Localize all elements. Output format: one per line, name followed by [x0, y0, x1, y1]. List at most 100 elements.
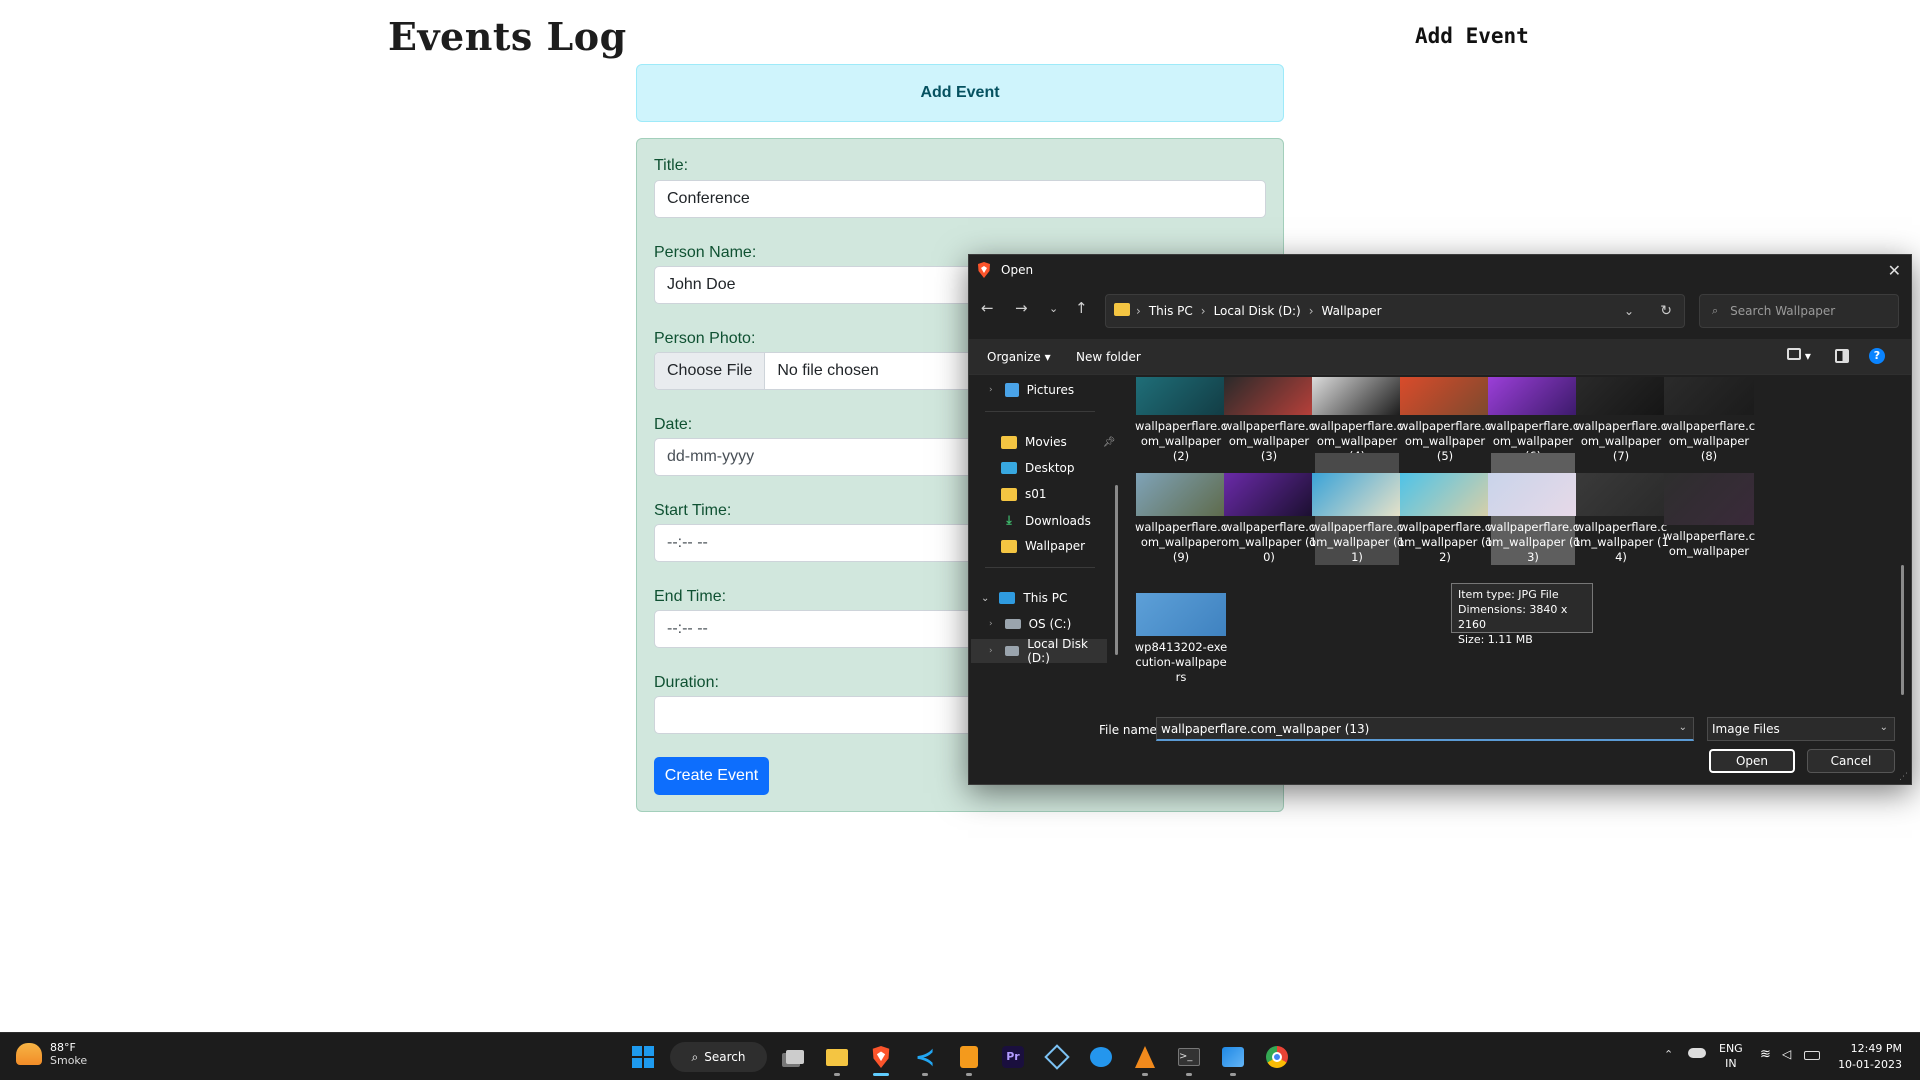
sublime-text-icon[interactable] — [954, 1042, 984, 1076]
file-name-input[interactable]: wallpaperflare.com_wallpaper (13) ⌄ — [1156, 717, 1694, 741]
address-bar[interactable]: › This PC › Local Disk (D:) › Wallpaper … — [1105, 294, 1685, 328]
nav-item-movies[interactable]: Movies 📌︎ — [1001, 435, 1115, 449]
file-name: wallpaperflare.com_wallpaper (11) — [1309, 520, 1405, 564]
refresh-icon[interactable]: ↻ — [1660, 303, 1672, 319]
nav-item-this-pc[interactable]: ⌄ This PC — [981, 591, 1067, 605]
brave-icon — [978, 262, 990, 278]
create-event-button[interactable]: Create Event — [654, 757, 769, 795]
chevron-right-icon[interactable]: › — [989, 619, 993, 629]
file-name-value: wallpaperflare.com_wallpaper (13) — [1161, 721, 1370, 736]
up-icon[interactable]: ↑ — [1075, 299, 1088, 317]
volume-icon[interactable]: ◁ — [1782, 1047, 1791, 1062]
search-icon: ⌕ — [1712, 304, 1719, 317]
file-tile[interactable]: wallpaperflare.com_wallpaper (13) — [1485, 453, 1581, 565]
breadcrumb-wallpaper[interactable]: Wallpaper — [1322, 304, 1382, 318]
premiere-pro-icon[interactable]: Pr — [998, 1042, 1028, 1072]
download-icon: ⤓ — [1006, 513, 1012, 527]
file-thumbnail — [1224, 377, 1314, 415]
terminal-icon[interactable]: >_ — [1174, 1042, 1204, 1076]
nav-item-pictures[interactable]: › Pictures — [989, 383, 1074, 397]
resize-grip-icon[interactable]: ⋰ — [1899, 772, 1908, 782]
onedrive-icon[interactable] — [1688, 1047, 1706, 1062]
search-icon: ⌕ — [691, 1049, 699, 1064]
vlc-icon[interactable] — [1130, 1042, 1160, 1076]
file-tile[interactable]: wallpaperflare.com_wallpaper (11) — [1309, 453, 1405, 565]
file-tile[interactable]: wp8413202-execution-wallpapers — [1135, 573, 1227, 685]
file-tile[interactable]: wallpaperflare.com_wallpaper (14) — [1573, 453, 1669, 565]
nav-item-os-c[interactable]: › OS (C:) — [989, 617, 1071, 631]
chevron-down-icon[interactable]: ⌄ — [1880, 722, 1888, 733]
dialog-titlebar[interactable]: Open — [969, 255, 1911, 285]
chevron-right-icon[interactable]: › — [989, 385, 993, 395]
file-name: wallpaperflare.com_wallpaper (9) — [1134, 520, 1228, 564]
file-info-tooltip: Item type: JPG File Dimensions: 3840 x 2… — [1451, 583, 1593, 646]
taskbar: 88°F Smoke ⌕ Search ≺ Pr >_ ⌃ ENG IN ≋ ◁… — [0, 1032, 1920, 1080]
help-icon[interactable]: ? — [1869, 348, 1885, 364]
no-file-text: No file chosen — [777, 362, 879, 379]
chevron-down-icon[interactable]: ⌄ — [981, 593, 989, 604]
nav-item-wallpaper[interactable]: Wallpaper — [1001, 539, 1085, 553]
clock[interactable]: 12:49 PM 10-01-2023 — [1838, 1041, 1902, 1073]
person-name-label: Person Name: — [654, 244, 757, 261]
docker-icon[interactable] — [1086, 1042, 1116, 1072]
file-tile[interactable]: wallpaperflare.com_wallpaper — [1663, 453, 1755, 565]
nav-add-event-link[interactable]: Add Event — [1415, 24, 1529, 48]
preview-pane-icon[interactable] — [1835, 349, 1849, 366]
title-input[interactable]: Conference — [654, 180, 1266, 218]
chevron-down-icon[interactable]: ⌄ — [1679, 722, 1687, 733]
weather-widget[interactable]: 88°F Smoke — [16, 1041, 87, 1067]
file-thumbnail — [1400, 377, 1490, 415]
search-input[interactable]: ⌕ Search Wallpaper — [1699, 294, 1899, 328]
view-options-icon[interactable]: ▾ — [1787, 348, 1811, 363]
folder-icon — [1001, 539, 1017, 553]
dialog-title: Open — [1001, 263, 1034, 277]
file-tile[interactable]: wallpaperflare.com_wallpaper (12) — [1397, 453, 1493, 565]
navigation-scrollbar[interactable] — [1115, 485, 1118, 655]
language-indicator[interactable]: ENG IN — [1719, 1041, 1743, 1071]
chrome-icon[interactable] — [1262, 1042, 1292, 1072]
brave-browser-icon[interactable] — [866, 1042, 896, 1076]
task-view-icon[interactable] — [780, 1042, 810, 1072]
virtualbox-icon[interactable] — [1042, 1042, 1072, 1072]
battery-icon[interactable] — [1804, 1049, 1820, 1064]
organize-button[interactable]: Organize ▾ — [987, 350, 1051, 364]
start-icon[interactable] — [628, 1042, 658, 1072]
address-dropdown-icon[interactable]: ⌄ — [1624, 304, 1634, 318]
pictures-icon — [1004, 383, 1019, 397]
file-thumbnail — [1664, 377, 1754, 415]
file-list-scrollbar[interactable] — [1901, 565, 1904, 695]
nav-item-local-disk-d[interactable]: › Local Disk (D:) — [971, 637, 1107, 665]
tray-overflow-icon[interactable]: ⌃ — [1664, 1047, 1673, 1062]
choose-file-button[interactable]: Choose File — [655, 353, 766, 389]
nav-item-downloads[interactable]: ⤓ Downloads — [1001, 513, 1091, 528]
person-photo-label: Person Photo: — [654, 330, 756, 347]
file-type-select[interactable]: Image Files ⌄ — [1707, 717, 1895, 741]
open-file-dialog: Open ✕ ← → ⌄ ↑ › This PC › Local Disk (D… — [968, 254, 1912, 785]
back-icon[interactable]: ← — [981, 299, 994, 317]
open-button[interactable]: Open — [1709, 749, 1795, 773]
weather-icon — [16, 1043, 42, 1065]
breadcrumb-local-disk[interactable]: Local Disk (D:) — [1214, 304, 1301, 318]
file-tile[interactable]: wallpaperflare.com_wallpaper (10) — [1221, 453, 1317, 565]
weather-temp: 88°F — [50, 1041, 76, 1054]
wifi-icon[interactable]: ≋ — [1760, 1047, 1771, 1062]
new-folder-button[interactable]: New folder — [1076, 350, 1141, 364]
forward-icon[interactable]: → — [1015, 299, 1028, 317]
cancel-button[interactable]: Cancel — [1807, 749, 1895, 773]
recent-locations-icon[interactable]: ⌄ — [1049, 302, 1058, 315]
photos-icon[interactable] — [1218, 1042, 1248, 1076]
file-thumbnail — [1312, 377, 1402, 415]
tooltip-size: Size: 1.11 MB — [1458, 633, 1533, 646]
chevron-right-icon[interactable]: › — [989, 646, 993, 656]
nav-item-desktop[interactable]: Desktop — [1001, 461, 1075, 475]
taskbar-search-button[interactable]: ⌕ Search — [670, 1042, 767, 1072]
vscode-icon[interactable]: ≺ — [910, 1042, 940, 1076]
file-thumbnail — [1664, 473, 1754, 525]
file-tile[interactable]: wallpaperflare.com_wallpaper (9) — [1135, 453, 1227, 565]
nav-item-s01[interactable]: s01 — [1001, 487, 1047, 501]
close-icon[interactable]: ✕ — [1888, 261, 1901, 280]
file-thumbnail — [1488, 473, 1578, 516]
file-explorer-icon[interactable] — [822, 1042, 852, 1076]
file-thumbnail — [1136, 473, 1226, 516]
breadcrumb-this-pc[interactable]: This PC — [1149, 304, 1193, 318]
